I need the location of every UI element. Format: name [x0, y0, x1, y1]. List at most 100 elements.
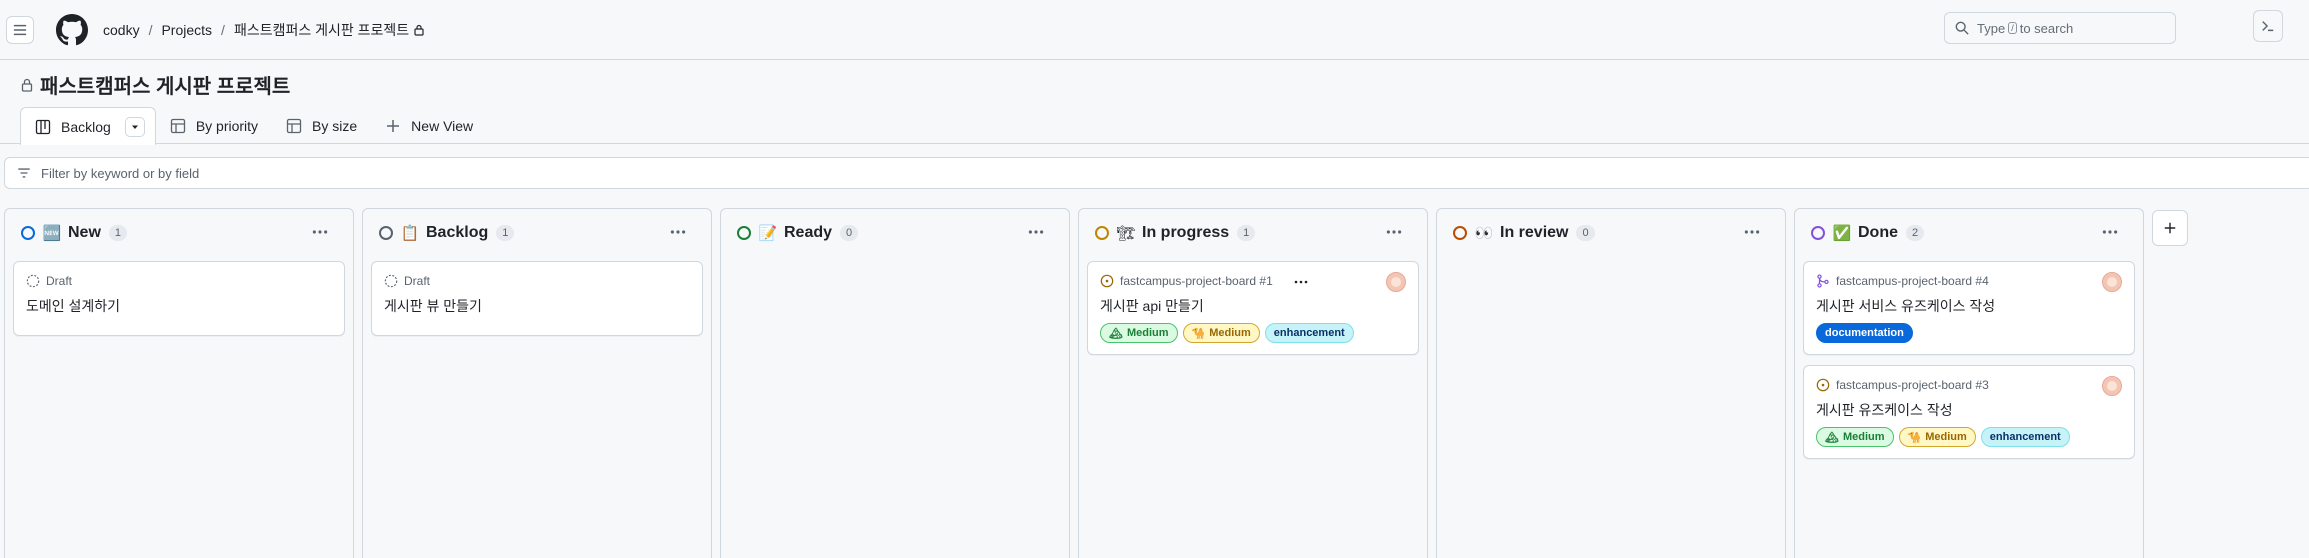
column-header: 👀 In review 0	[1437, 209, 1785, 257]
status-circle-icon	[379, 226, 393, 240]
card-repo-ref[interactable]: fastcampus-project-board #3	[1836, 378, 1989, 392]
filter-placeholder: Filter by keyword or by field	[41, 165, 200, 181]
search-shortcut-key: /	[2008, 22, 2017, 34]
card-title[interactable]: 게시판 유즈케이스 작성	[1816, 400, 1953, 420]
camel-emoji-icon: 🐪	[1907, 431, 1922, 444]
card-meta: Draft	[26, 274, 72, 288]
card-repo-ref[interactable]: fastcampus-project-board #1	[1120, 274, 1273, 288]
kebab-horizontal-icon[interactable]	[669, 223, 687, 241]
tab-label: Backlog	[61, 118, 111, 135]
column-in-review: 👀 In review 0	[1436, 208, 1786, 558]
kebab-horizontal-icon[interactable]	[2101, 223, 2119, 241]
lock-icon	[414, 24, 424, 36]
view-options-button[interactable]	[124, 116, 145, 137]
search-icon	[1955, 21, 1969, 35]
hamburger-icon	[13, 24, 27, 35]
breadcrumb-project[interactable]: 패스트캠퍼스 게시판 프로젝트	[234, 20, 409, 40]
column-count: 0	[840, 225, 859, 241]
column-done: ✅ Done 2 fastcampus-project-board #4 게시판…	[1794, 208, 2144, 558]
label-size[interactable]: 🐪 Medium	[1182, 323, 1260, 343]
kebab-horizontal-icon[interactable]	[1027, 223, 1045, 241]
card-item[interactable]: fastcampus-project-board #4 게시판 서비스 유즈케이…	[1803, 261, 2135, 355]
tab-label: By priority	[195, 118, 259, 134]
card-item[interactable]: Draft 도메인 설계하기	[13, 261, 345, 336]
card-item[interactable]: fastcampus-project-board #1 게시판 api 만들기 …	[1087, 261, 1419, 355]
card-meta: fastcampus-project-board #1	[1100, 274, 1273, 288]
tab-backlog[interactable]: Backlog	[20, 107, 156, 145]
label-priority[interactable]: 🏔 Medium	[1816, 427, 1894, 447]
table-icon	[170, 118, 185, 134]
column-title: New	[68, 224, 101, 241]
column-in-progress: 🏗 In progress 1 fastcampus-project-board…	[1078, 208, 1428, 558]
breadcrumb-separator: /	[221, 21, 225, 38]
label-text: documentation	[1825, 327, 1904, 339]
command-palette-button[interactable]	[2253, 10, 2283, 42]
column-header: 📋 Backlog 1	[363, 209, 711, 257]
label-text: Medium	[1842, 431, 1885, 443]
column-title: In progress	[1142, 224, 1230, 241]
kebab-horizontal-icon[interactable]	[1385, 223, 1403, 241]
tab-by-priority[interactable]: By priority	[156, 108, 272, 144]
construction-emoji-icon: 🏗	[1116, 225, 1136, 242]
tab-label: By size	[312, 118, 358, 134]
card-title[interactable]: 게시판 뷰 만들기	[384, 296, 482, 316]
breadcrumb-separator: /	[148, 21, 153, 38]
card-title[interactable]: 도메인 설계하기	[26, 296, 120, 316]
column-title: Done	[1858, 224, 1898, 241]
filter-input[interactable]: Filter by keyword or by field	[4, 157, 2309, 189]
card-item[interactable]: fastcampus-project-board #3 게시판 유즈케이스 작성…	[1803, 365, 2135, 459]
card-item[interactable]: Draft 게시판 뷰 만들기	[371, 261, 703, 336]
menu-button[interactable]	[6, 15, 34, 44]
column-header: 🏗 In progress 1	[1079, 209, 1427, 257]
breadcrumb-owner[interactable]: codky	[103, 22, 140, 38]
tab-new-view[interactable]: New View	[371, 108, 487, 144]
clipboard-emoji-icon: 📋	[400, 225, 420, 242]
pull-request-merged-icon	[1817, 274, 1829, 288]
card-meta: fastcampus-project-board #4	[1816, 274, 1989, 288]
eyes-emoji-icon: 👀	[1474, 225, 1494, 242]
breadcrumb: codky / Projects / 패스트캠퍼스 게시판 프로젝트	[103, 20, 424, 40]
card-labels: 🏔 Medium 🐪 Medium enhancement	[1816, 427, 2070, 447]
filter-icon	[18, 168, 30, 178]
camel-emoji-icon: 🐪	[1191, 327, 1206, 340]
mountain-emoji-icon: 🏔	[1109, 327, 1123, 340]
kebab-horizontal-icon[interactable]	[311, 223, 329, 241]
label-enhancement[interactable]: enhancement	[1264, 323, 1354, 343]
github-logo-icon[interactable]	[56, 13, 88, 46]
label-text: enhancement	[1273, 327, 1345, 339]
memo-emoji-icon: 📝	[758, 225, 778, 242]
draft-issue-icon	[26, 274, 40, 288]
card-title[interactable]: 게시판 서비스 유즈케이스 작성	[1816, 296, 1995, 316]
label-text: enhancement	[1989, 431, 2061, 443]
page-title: 패스트캠퍼스 게시판 프로젝트	[20, 70, 290, 99]
mountain-emoji-icon: 🏔	[1825, 431, 1839, 444]
plus-icon	[387, 120, 400, 132]
search-input[interactable]: Type / to search	[1944, 12, 2176, 44]
card-labels: 🏔 Medium 🐪 Medium enhancement	[1100, 323, 1354, 343]
column-title: Ready	[784, 224, 833, 241]
avatar[interactable]	[2102, 272, 2122, 292]
card-repo-ref[interactable]: fastcampus-project-board #4	[1836, 274, 1989, 288]
search-prefix: Type	[1977, 20, 2006, 36]
breadcrumb-projects[interactable]: Projects	[161, 22, 212, 38]
card-title[interactable]: 게시판 api 만들기	[1100, 296, 1204, 316]
avatar[interactable]	[2102, 376, 2122, 396]
tab-by-size[interactable]: By size	[272, 108, 371, 144]
label-documentation[interactable]: documentation	[1816, 323, 1913, 343]
avatar[interactable]	[1386, 272, 1406, 292]
view-tabs: Backlog By priority By size New View	[20, 107, 487, 145]
kebab-horizontal-icon[interactable]	[1293, 276, 1309, 288]
column-title: In review	[1500, 224, 1569, 241]
label-size[interactable]: 🐪 Medium	[1898, 427, 1976, 447]
label-priority[interactable]: 🏔 Medium	[1100, 323, 1178, 343]
status-circle-icon	[1095, 226, 1109, 240]
column-header: 🆕 New 1	[5, 209, 353, 257]
search-suffix: to search	[2019, 20, 2074, 36]
column-header: ✅ Done 2	[1795, 209, 2143, 257]
add-column-button[interactable]	[2152, 210, 2188, 246]
label-enhancement[interactable]: enhancement	[1980, 427, 2070, 447]
column-count: 0	[1576, 225, 1595, 241]
column-count: 1	[1237, 225, 1256, 241]
kebab-horizontal-icon[interactable]	[1743, 223, 1761, 241]
card-meta: fastcampus-project-board #3	[1816, 378, 1989, 392]
